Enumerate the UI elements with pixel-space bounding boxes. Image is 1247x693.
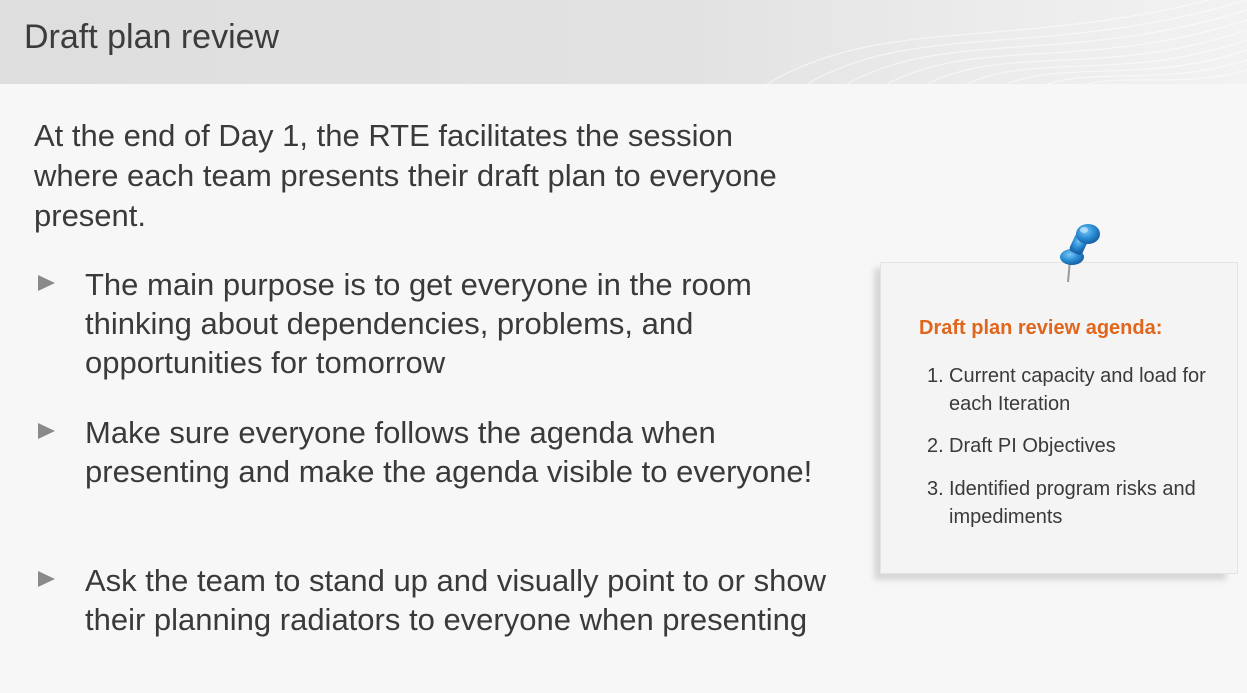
agenda-item-number: 2. <box>927 435 944 457</box>
triangle-right-icon <box>38 423 55 439</box>
pushpin-icon <box>1060 224 1100 283</box>
agenda-item-number: 1. <box>927 365 944 387</box>
agenda-item-text: Draft PI Objectives <box>949 435 1116 457</box>
bullet-text: Ask the team to stand up and visually po… <box>85 563 826 637</box>
triangle-right-icon <box>38 571 55 587</box>
agenda-item-text: Current capacity and load for each Itera… <box>949 365 1206 415</box>
header-wave-decoration <box>766 0 1247 84</box>
agenda-sticky-note: Draft plan review agenda: 1. Current cap… <box>880 262 1238 574</box>
triangle-right-icon <box>38 275 55 291</box>
agenda-item-number: 3. <box>927 478 944 500</box>
slide-header: Draft plan review <box>0 0 1247 84</box>
agenda-title: Draft plan review agenda: <box>919 317 1163 339</box>
page-title: Draft plan review <box>24 18 280 56</box>
intro-paragraph: At the end of Day 1, the RTE facilitates… <box>34 118 777 233</box>
bullet-text: Make sure everyone follows the agenda wh… <box>85 415 813 489</box>
bullet-text: The main purpose is to get everyone in t… <box>85 267 752 380</box>
agenda-item-text: Identified program risks and impediments <box>949 478 1196 528</box>
